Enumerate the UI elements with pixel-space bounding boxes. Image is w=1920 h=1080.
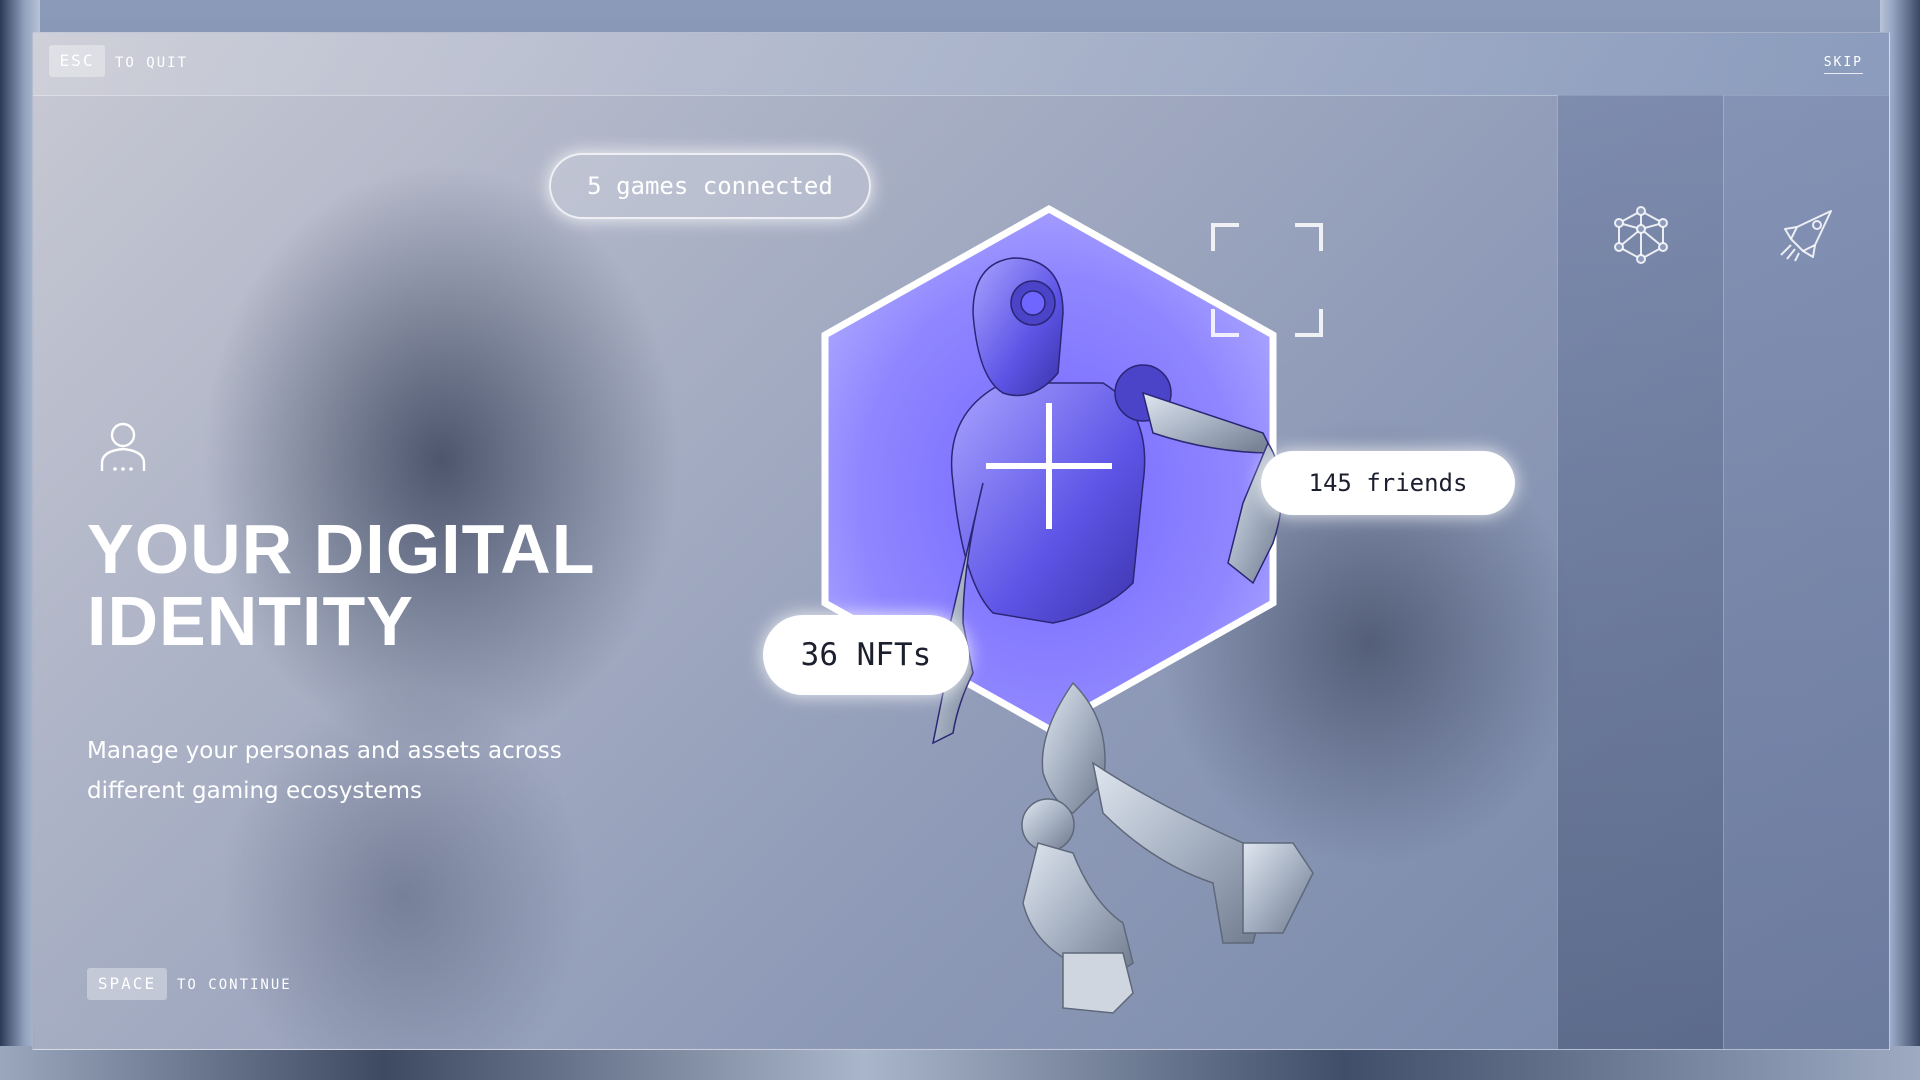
network-cube-icon[interactable] [1611, 205, 1671, 265]
title-line-2: IDENTITY [87, 582, 414, 660]
nfts-count-badge: 36 NFTs [763, 615, 969, 695]
page-title: YOUR DIGITAL IDENTITY [87, 513, 647, 657]
robot-illustration [821, 204, 1323, 1014]
quit-hint: TO QUIT [115, 55, 189, 71]
snow-background-bottom [0, 1046, 1920, 1080]
esc-key[interactable]: ESC [49, 45, 105, 77]
page-subtitle: Manage your personas and assets across d… [87, 738, 562, 804]
side-panel-launch[interactable] [1723, 95, 1889, 1049]
user-avatar-icon [100, 422, 146, 471]
space-key[interactable]: SPACE [87, 968, 167, 1000]
side-panel-network[interactable] [1557, 95, 1724, 1049]
friends-count-badge: 145 friends [1261, 451, 1515, 515]
top-bar: ESC TO QUIT SKIP [33, 33, 1889, 96]
skip-button[interactable]: SKIP [1823, 55, 1863, 74]
rocket-icon[interactable] [1777, 205, 1837, 265]
title-line-1: YOUR DIGITAL [87, 510, 596, 588]
continue-hint: TO CONTINUE [177, 977, 292, 993]
games-connected-badge: 5 games connected [549, 153, 871, 219]
onboarding-panel: ESC TO QUIT SKIP YOUR DIGITAL IDENTITY M… [32, 32, 1890, 1050]
